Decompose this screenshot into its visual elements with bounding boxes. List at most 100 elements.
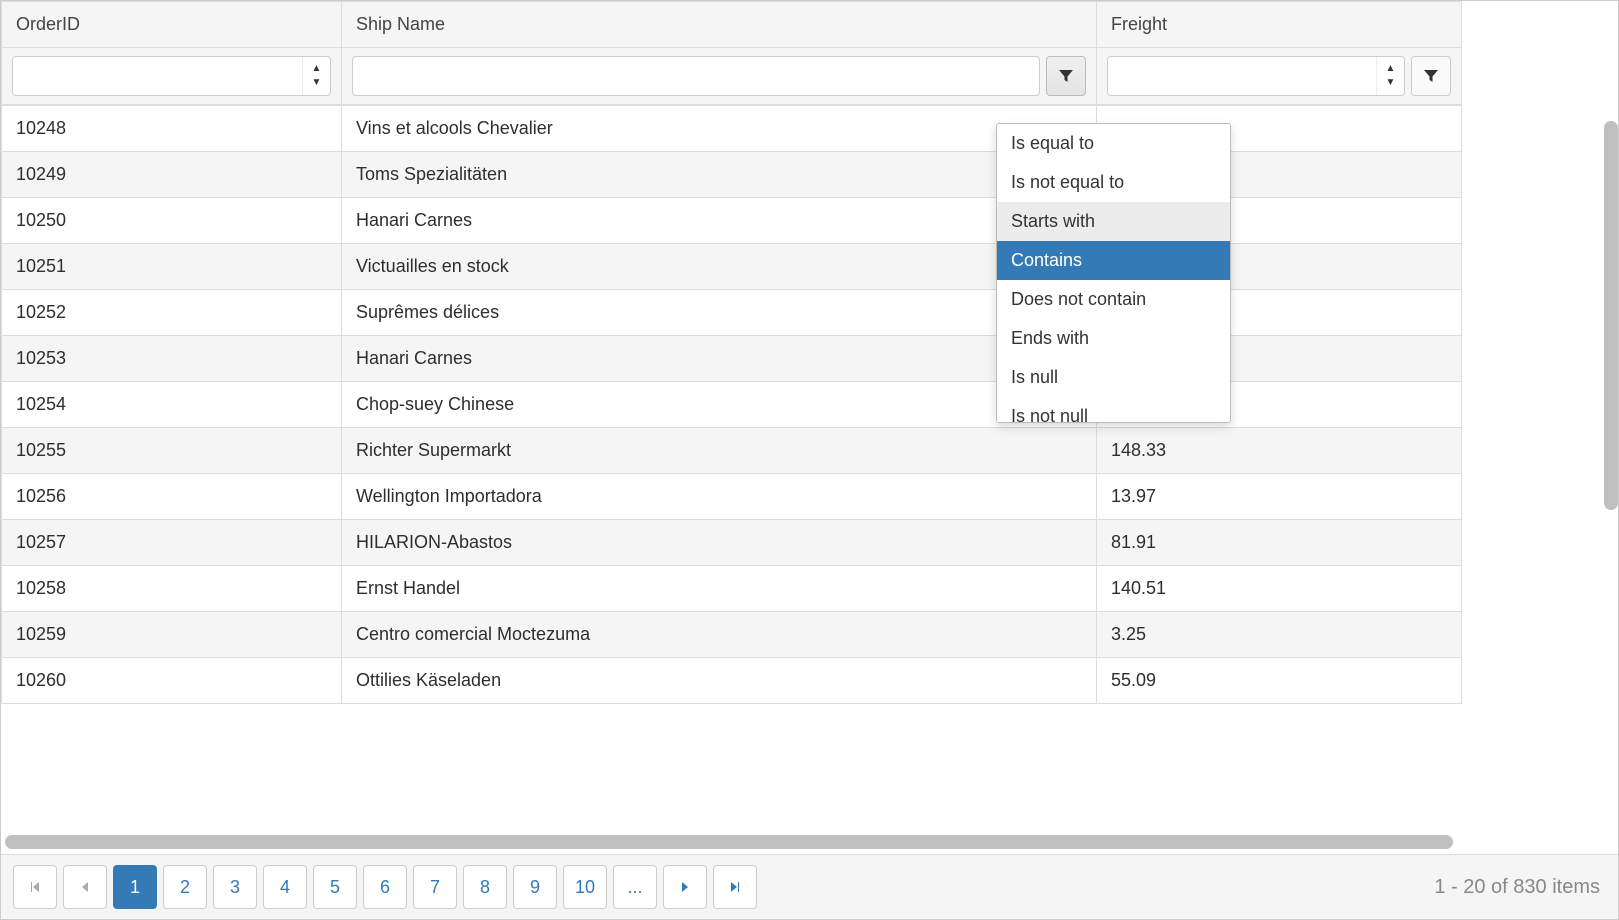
horizontal-scrollbar[interactable] [5, 835, 1614, 849]
table-row[interactable]: 10260Ottilies Käseladen55.09 [2, 658, 1462, 704]
table-row[interactable]: 10254Chop-suey Chinese22.98 [2, 382, 1462, 428]
cell-shipname: Ernst Handel [342, 566, 1097, 612]
vertical-scrollbar-thumb[interactable] [1604, 121, 1618, 510]
table-row[interactable]: 10250Hanari Carnes [2, 198, 1462, 244]
table-row[interactable]: 10251Victuailles en stock [2, 244, 1462, 290]
freight-filter-operator-button[interactable] [1411, 56, 1451, 96]
cell-shipname: Toms Spezialitäten [342, 152, 1097, 198]
pager-first-button [13, 865, 57, 909]
pager-info: 1 - 20 of 830 items [1434, 876, 1606, 899]
pager-page-button[interactable]: 9 [513, 865, 557, 909]
cell-orderid: 10248 [2, 106, 342, 152]
cell-shipname: Richter Supermarkt [342, 428, 1097, 474]
freight-filter-numeric[interactable]: ▲ ▼ [1107, 56, 1405, 96]
cell-shipname: Suprêmes délices [342, 290, 1097, 336]
freight-spinner: ▲ ▼ [1376, 57, 1404, 95]
cell-shipname: Vins et alcools Chevalier [342, 106, 1097, 152]
spinner-up-icon[interactable]: ▲ [1386, 62, 1396, 76]
filter-operator-option[interactable]: Is not null [997, 397, 1230, 423]
pager-page-button[interactable]: 4 [263, 865, 307, 909]
cell-freight: 140.51 [1097, 566, 1462, 612]
pager-last-button-icon [729, 881, 741, 893]
pager-next-button[interactable] [663, 865, 707, 909]
header-freight[interactable]: Freight [1097, 2, 1462, 48]
cell-orderid: 10260 [2, 658, 342, 704]
pager: 12345678910... 1 - 20 of 830 items [1, 854, 1618, 919]
table-row[interactable]: 10248Vins et alcools Chevalier [2, 106, 1462, 152]
table-row[interactable]: 10259Centro comercial Moctezuma3.25 [2, 612, 1462, 658]
pager-prev-button-icon [79, 881, 91, 893]
pager-first-button-icon [29, 881, 41, 893]
cell-orderid: 10251 [2, 244, 342, 290]
cell-orderid: 10259 [2, 612, 342, 658]
cell-freight: 3.25 [1097, 612, 1462, 658]
cell-orderid: 10255 [2, 428, 342, 474]
cell-shipname: Hanari Carnes [342, 336, 1097, 382]
table-row[interactable]: 10257HILARION-Abastos81.91 [2, 520, 1462, 566]
funnel-icon [1058, 68, 1074, 84]
vertical-scrollbar[interactable] [1604, 121, 1618, 829]
header-row: OrderID Ship Name Freight [2, 2, 1462, 48]
filter-operator-option[interactable]: Contains [997, 241, 1230, 280]
cell-orderid: 10257 [2, 520, 342, 566]
table-row[interactable]: 10255Richter Supermarkt148.33 [2, 428, 1462, 474]
spinner-down-icon[interactable]: ▼ [312, 76, 322, 90]
header-shipname[interactable]: Ship Name [342, 2, 1097, 48]
table-row[interactable]: 10258Ernst Handel140.51 [2, 566, 1462, 612]
pager-page-button[interactable]: 3 [213, 865, 257, 909]
orderid-filter-input[interactable] [13, 57, 302, 95]
cell-orderid: 10252 [2, 290, 342, 336]
cell-shipname: Centro comercial Moctezuma [342, 612, 1097, 658]
pager-page-button[interactable]: 10 [563, 865, 607, 909]
shipname-filter-input[interactable] [352, 56, 1040, 96]
cell-orderid: 10253 [2, 336, 342, 382]
pager-page-button[interactable]: 1 [113, 865, 157, 909]
cell-shipname: Chop-suey Chinese [342, 382, 1097, 428]
cell-freight: 148.33 [1097, 428, 1462, 474]
cell-orderid: 10250 [2, 198, 342, 244]
pager-page-button[interactable]: 2 [163, 865, 207, 909]
pager-page-button[interactable]: 5 [313, 865, 357, 909]
pager-page-button[interactable]: 7 [413, 865, 457, 909]
cell-orderid: 10254 [2, 382, 342, 428]
table-row[interactable]: 10249Toms Spezialitäten [2, 152, 1462, 198]
table-row[interactable]: 10252Suprêmes délices [2, 290, 1462, 336]
pager-controls: 12345678910... [13, 865, 763, 909]
orderid-spinner: ▲ ▼ [302, 57, 330, 95]
filter-operator-option[interactable]: Is not equal to [997, 163, 1230, 202]
filter-operator-dropdown[interactable]: Is equal toIs not equal toStarts withCon… [996, 123, 1231, 423]
pager-more-button[interactable]: ... [613, 865, 657, 909]
cell-freight: 55.09 [1097, 658, 1462, 704]
cell-orderid: 10256 [2, 474, 342, 520]
spinner-down-icon[interactable]: ▼ [1386, 76, 1396, 90]
pager-page-button[interactable]: 8 [463, 865, 507, 909]
shipname-filter-operator-button[interactable] [1046, 56, 1086, 96]
grid-table: OrderID Ship Name Freight ▲ ▼ [1, 1, 1462, 105]
freight-filter-input[interactable] [1108, 57, 1376, 95]
pager-page-button[interactable]: 6 [363, 865, 407, 909]
cell-shipname: Ottilies Käseladen [342, 658, 1097, 704]
header-orderid[interactable]: OrderID [2, 2, 342, 48]
filter-operator-option[interactable]: Is equal to [997, 124, 1230, 163]
cell-freight: 13.97 [1097, 474, 1462, 520]
horizontal-scrollbar-thumb[interactable] [5, 835, 1453, 849]
cell-shipname: HILARION-Abastos [342, 520, 1097, 566]
cell-shipname: Wellington Importadora [342, 474, 1097, 520]
grid-horizontal-scroll[interactable]: OrderID Ship Name Freight ▲ ▼ [1, 1, 1618, 725]
filter-operator-option[interactable]: Ends with [997, 319, 1230, 358]
filter-operator-option[interactable]: Does not contain [997, 280, 1230, 319]
cell-orderid: 10258 [2, 566, 342, 612]
filter-operator-option[interactable]: Starts with [997, 202, 1230, 241]
table-row[interactable]: 10256Wellington Importadora13.97 [2, 474, 1462, 520]
filter-operator-option[interactable]: Is null [997, 358, 1230, 397]
spinner-up-icon[interactable]: ▲ [312, 62, 322, 76]
pager-last-button[interactable] [713, 865, 757, 909]
orderid-filter-numeric[interactable]: ▲ ▼ [12, 56, 331, 96]
pager-prev-button [63, 865, 107, 909]
cell-shipname: Hanari Carnes [342, 198, 1097, 244]
cell-orderid: 10249 [2, 152, 342, 198]
grid-body-table: 10248Vins et alcools Chevalier10249Toms … [1, 105, 1462, 704]
data-grid: OrderID Ship Name Freight ▲ ▼ [0, 0, 1619, 920]
table-row[interactable]: 10253Hanari Carnes [2, 336, 1462, 382]
cell-freight: 81.91 [1097, 520, 1462, 566]
